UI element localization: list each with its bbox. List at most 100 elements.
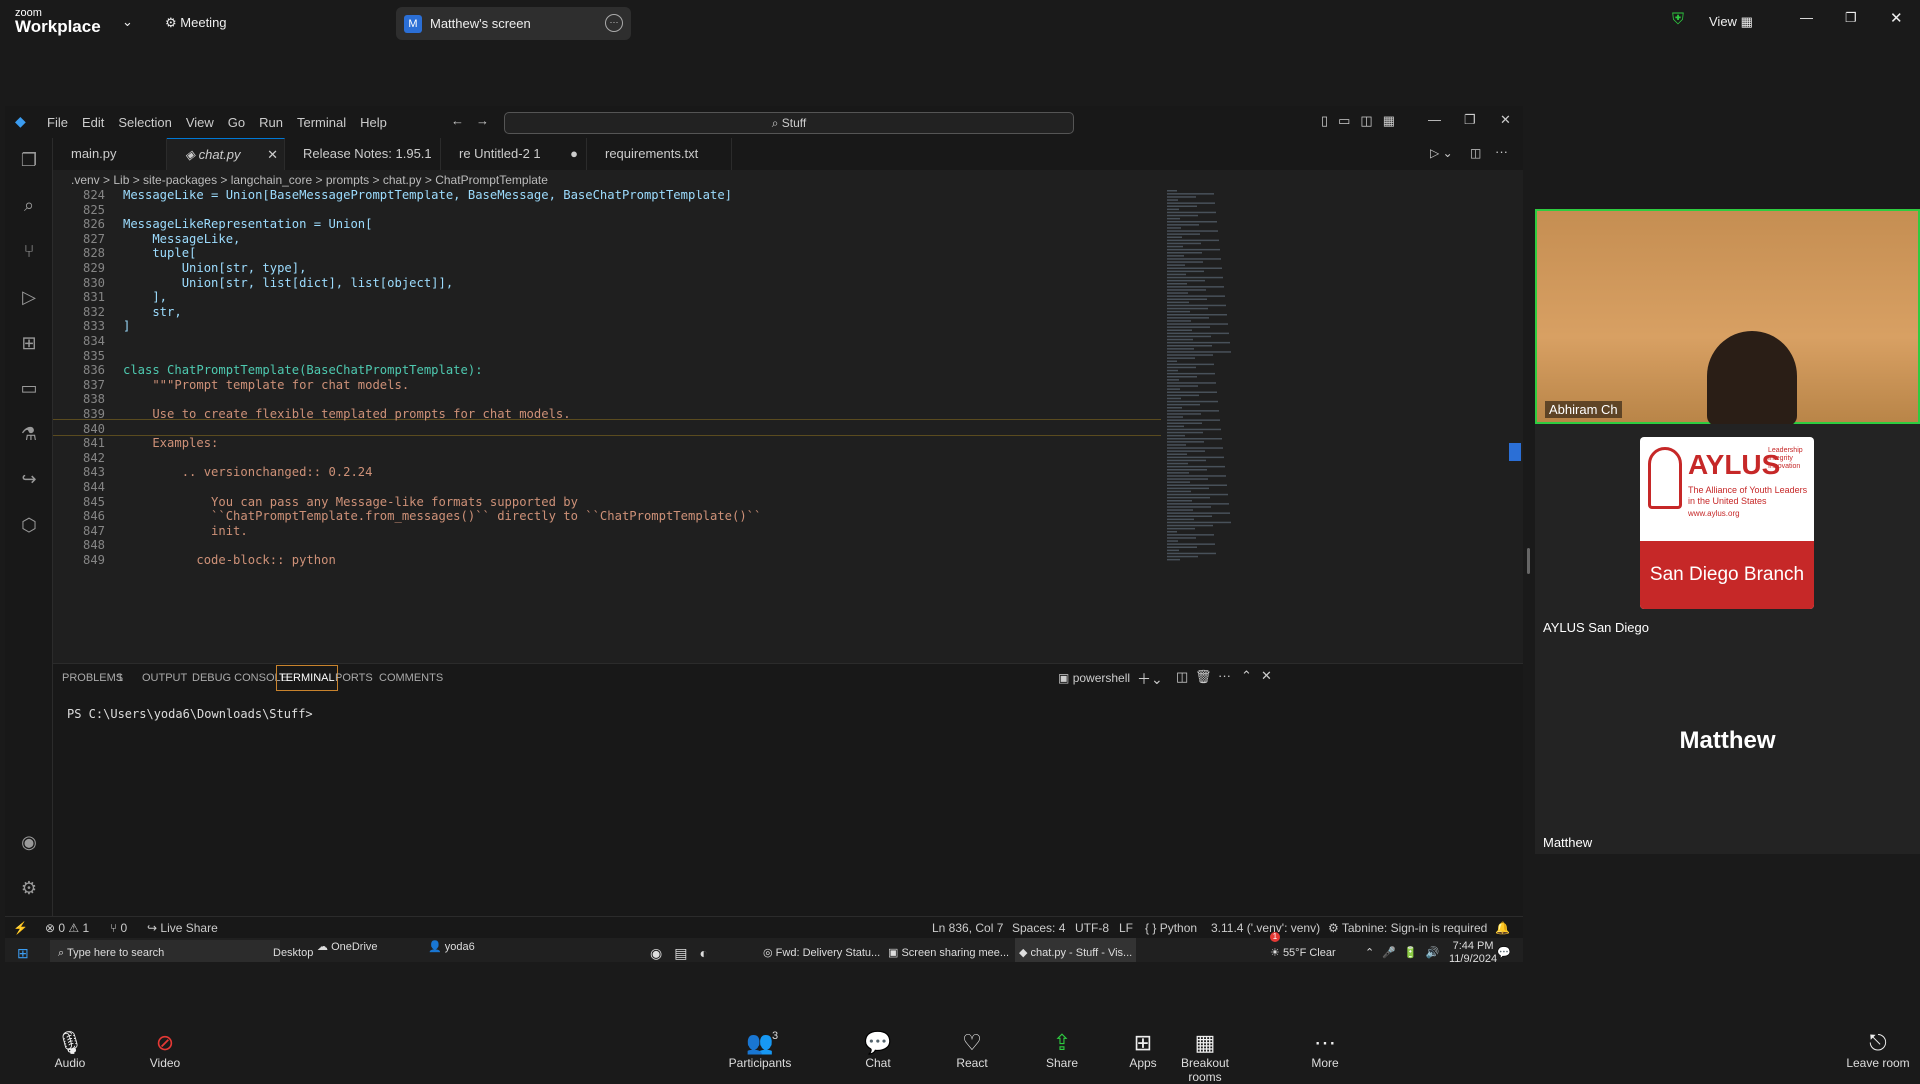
cursor-position[interactable]: Ln 836, Col 7 xyxy=(932,917,1003,939)
layout-icons[interactable]: ▯▭◫▦ xyxy=(1321,113,1405,129)
ports-status[interactable]: ⑂ 0 xyxy=(110,917,127,939)
scrollbar-thumb[interactable] xyxy=(1509,443,1521,461)
pinned-app-icons[interactable]: ◉▤◐ xyxy=(650,938,720,962)
command-search[interactable]: ⌕ Stuff xyxy=(504,112,1074,134)
tab-0[interactable]: main.py xyxy=(53,138,167,170)
panel-tab-output[interactable]: OUTPUT xyxy=(142,664,187,692)
tab-1[interactable]: ◈ chat.py ✕ xyxy=(167,138,285,170)
chevron-down-icon[interactable]: ⌄ xyxy=(122,14,133,30)
extensions-icon[interactable]: ⊞ xyxy=(15,329,43,357)
torch-icon xyxy=(1648,447,1682,509)
user-folder[interactable]: 👤 yoda6 xyxy=(428,932,475,962)
split-terminal-icon[interactable]: ◫ xyxy=(1176,669,1188,685)
notifications-icon[interactable]: 💬 xyxy=(1497,938,1511,962)
minimap[interactable] xyxy=(1161,190,1251,570)
docker-icon[interactable]: ⬡ xyxy=(15,511,43,539)
video-tile-aylus[interactable]: AYLUS Leadership Integrity Innovation Th… xyxy=(1535,424,1920,639)
interpreter[interactable]: 3.11.4 ('.venv': venv) xyxy=(1211,917,1320,939)
menu-go[interactable]: Go xyxy=(228,115,245,130)
leave-room-button[interactable]: ⎋ Leave room xyxy=(1838,1030,1918,1070)
forward-arrow-icon[interactable]: → xyxy=(476,113,489,128)
explorer-icon[interactable]: ❐ xyxy=(15,146,43,174)
eol[interactable]: LF xyxy=(1119,917,1133,939)
live-share-icon[interactable]: ↪ xyxy=(15,465,43,493)
vs-minimize-icon[interactable]: — xyxy=(1428,112,1441,127)
restore-icon[interactable]: ❐ xyxy=(1845,10,1857,26)
onedrive-item[interactable]: ☁ OneDrive xyxy=(317,932,378,962)
tab-4[interactable]: requirements.txt xyxy=(587,138,732,170)
close-tab-icon[interactable]: ✕ xyxy=(267,139,278,171)
panel-more-icon[interactable]: ··· xyxy=(1218,668,1231,683)
taskbar-app-vscode[interactable]: ◆ chat.py - Stuff - Vis... xyxy=(1015,938,1137,962)
weather[interactable]: ☀ 55°F Clear xyxy=(1270,938,1336,962)
run-debug-icon[interactable]: ▷ xyxy=(15,283,43,311)
menu-file[interactable]: File xyxy=(47,115,68,130)
menu-edit[interactable]: Edit xyxy=(82,115,104,130)
testing-icon[interactable]: ⚗ xyxy=(15,420,43,448)
minimize-icon[interactable]: — xyxy=(1800,10,1813,25)
chat-button[interactable]: 💬 Chat xyxy=(838,1030,918,1070)
maximize-panel-icon[interactable]: ⌃ xyxy=(1241,668,1252,684)
menu-help[interactable]: Help xyxy=(360,115,387,130)
taskbar-search[interactable]: ⌕ Type here to search xyxy=(50,940,280,962)
code-editor[interactable]: 824 MessageLike = Union[BaseMessagePrompt… xyxy=(53,190,1161,570)
source-control-icon[interactable]: ⑂ xyxy=(15,237,43,265)
menu-terminal[interactable]: Terminal xyxy=(297,115,346,130)
video-tile-abhiram[interactable]: Abhiram Ch xyxy=(1535,209,1920,426)
taskbar-app-chrome[interactable]: ◎ Fwd: Delivery Statu... xyxy=(763,938,880,962)
panel-tab-comments[interactable]: COMMENTS xyxy=(379,664,443,692)
tab-2[interactable]: Release Notes: 1.95.1 xyxy=(285,138,441,170)
tabnine-status[interactable]: ⚙ Tabnine: Sign-in is required xyxy=(1328,917,1487,939)
desktop-label[interactable]: Desktop xyxy=(273,938,313,962)
share-button[interactable]: ⇪ Share xyxy=(1022,1030,1102,1070)
more-button[interactable]: ⋯ More xyxy=(1285,1030,1365,1070)
panel-tab-problems[interactable]: PROBLEMS xyxy=(62,664,123,692)
problems-status[interactable]: ⊗ 0 ⚠ 1 xyxy=(45,917,89,939)
live-share-status[interactable]: ↪ Live Share xyxy=(147,917,218,939)
panel-tab-ports[interactable]: PORTS xyxy=(335,664,373,692)
clock[interactable]: 7:44 PM 11/9/2024 xyxy=(1449,940,1497,962)
panel-tab-debug-console[interactable]: DEBUG CONSOLE xyxy=(192,664,288,692)
indentation[interactable]: Spaces: 4 xyxy=(1012,917,1065,939)
vs-close-icon[interactable]: ✕ xyxy=(1500,112,1511,128)
tray-icons[interactable]: ⌃🎤🔋🔊 xyxy=(1365,938,1447,962)
panel-tab-terminal[interactable]: TERMINAL xyxy=(276,665,338,691)
accounts-icon[interactable]: ◉ xyxy=(15,828,43,856)
remote-explorer-icon[interactable]: ▭ xyxy=(15,374,43,402)
screen-share-indicator[interactable]: M Matthew's screen ··· xyxy=(396,7,631,40)
bell-icon[interactable]: 🔔 xyxy=(1495,917,1510,939)
settings-gear-icon[interactable]: ⚙ xyxy=(15,874,43,902)
breakout-rooms-button[interactable]: ▦ Breakout rooms xyxy=(1165,1030,1245,1084)
language-mode[interactable]: { } Python xyxy=(1145,917,1197,939)
more-options-icon[interactable]: ··· xyxy=(605,14,623,32)
new-terminal-icon[interactable]: ＋⌄ xyxy=(1137,669,1163,689)
tab-3[interactable]: re Untitled-2 1 ● xyxy=(441,138,587,170)
video-tile-matthew[interactable]: Matthew Matthew xyxy=(1535,639,1920,854)
search-icon[interactable]: ⌕ xyxy=(15,191,43,219)
run-file-icon[interactable]: ▷ ⌄ xyxy=(1430,146,1453,160)
taskbar-app-zoom[interactable]: ▣ Screen sharing mee... xyxy=(888,938,1009,962)
close-icon[interactable]: ✕ xyxy=(1890,9,1903,27)
more-actions-icon[interactable]: ··· xyxy=(1495,144,1508,159)
windows-start-icon[interactable]: ⊞ xyxy=(17,938,29,962)
remote-icon[interactable]: ⚡ xyxy=(13,917,28,939)
close-panel-icon[interactable]: ✕ xyxy=(1261,668,1272,684)
menu-view[interactable]: View xyxy=(186,115,214,130)
shell-selector[interactable]: ▣ powershell xyxy=(1058,671,1130,685)
breadcrumb[interactable]: .venv > Lib > site-packages > langchain_… xyxy=(53,170,1523,190)
menu-run[interactable]: Run xyxy=(259,115,283,130)
participants-button[interactable]: 👥 3 Participants xyxy=(720,1030,800,1070)
menu-selection[interactable]: Selection xyxy=(118,115,171,130)
meeting-menu[interactable]: ⚙ Meeting xyxy=(165,15,227,31)
terminal-prompt[interactable]: PS C:\Users\yoda6\Downloads\Stuff> xyxy=(67,707,313,721)
view-button[interactable]: View ▦ xyxy=(1709,14,1753,30)
back-arrow-icon[interactable]: ← xyxy=(451,113,464,128)
react-button[interactable]: ♡ React xyxy=(932,1030,1012,1070)
video-button[interactable]: ⊘ Video xyxy=(125,1030,205,1070)
resize-handle[interactable] xyxy=(1527,548,1530,574)
split-editor-icon[interactable]: ◫ xyxy=(1470,146,1481,160)
vs-restore-icon[interactable]: ❐ xyxy=(1464,112,1476,128)
audio-button[interactable]: 🎙 Audio xyxy=(30,1030,110,1070)
encoding[interactable]: UTF-8 xyxy=(1075,917,1109,939)
trash-icon[interactable]: 🗑 xyxy=(1195,669,1212,685)
